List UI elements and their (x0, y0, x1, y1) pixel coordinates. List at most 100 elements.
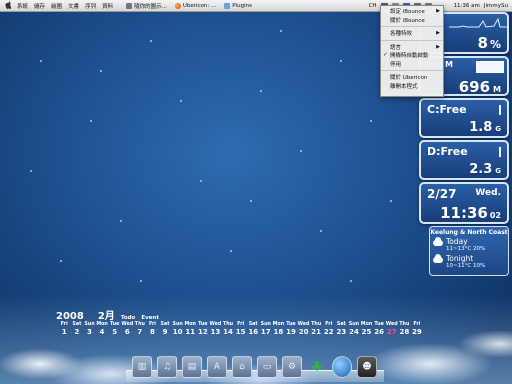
calendar-day[interactable]: Sat 23 (335, 322, 348, 336)
calendar-day[interactable]: Fri 22 (322, 322, 335, 336)
date-value: 2/27 (427, 187, 457, 201)
calendar-day[interactable]: Sun 10 (171, 322, 184, 336)
star (390, 200, 392, 202)
datetime-widget[interactable]: 2/27 Wed. 11:36 02 (419, 182, 509, 224)
calendar-day[interactable]: Thu 21 (310, 322, 323, 336)
calendar-day-name: Thu (134, 322, 145, 327)
calendar-day-number: 16 (248, 328, 259, 336)
robot-icon[interactable]: ☻ (357, 356, 377, 378)
menu-item[interactable]: 序列 (82, 2, 99, 10)
calendar-day[interactable]: Sun 17 (260, 322, 273, 336)
calendar-day-number: 26 (374, 328, 385, 336)
disk-c-bar (499, 105, 501, 115)
calendar-day[interactable]: Sun 3 (83, 322, 96, 336)
calendar-day[interactable]: Tue 5 (108, 322, 121, 336)
dropdown-item-label: 關於 iBounce (390, 17, 425, 24)
star (350, 280, 352, 282)
open-document[interactable]: Ubericon: ... (171, 2, 220, 10)
calendar-month: 2月 (97, 311, 115, 322)
calendar-day[interactable]: Wed 13 (209, 322, 222, 336)
dropdown-item[interactable]: 離開本程式 (381, 82, 443, 91)
open-document[interactable]: 隨你的圖示... (122, 2, 171, 10)
finder-icon[interactable]: ▥ (132, 356, 152, 378)
calendar-day[interactable]: Thu 14 (222, 322, 235, 336)
calendar-day[interactable]: Mon 18 (272, 322, 285, 336)
dropdown-item[interactable]: ✓ 開機時自動啟動 (381, 51, 443, 60)
calendar-day[interactable]: Mon 4 (96, 322, 109, 336)
menu-item[interactable]: 資料 (99, 2, 116, 10)
utilities-icon[interactable]: ⚙ (282, 356, 302, 378)
music-icon[interactable]: ♫ (157, 356, 177, 378)
calendar-day-number: 6 (124, 328, 130, 336)
calendar-day[interactable]: Wed 6 (121, 322, 134, 336)
weather-today-label: Today (446, 237, 468, 246)
calendar-day[interactable]: Tue 12 (197, 322, 210, 336)
calendar-day[interactable]: Fri 8 (146, 322, 159, 336)
dropdown-item[interactable]: 各種特效 ▶ (381, 29, 443, 38)
weather-widget[interactable]: Keelung & North Coast Today 11~13°C 20% … (429, 226, 509, 276)
apple-menu-icon[interactable] (0, 0, 14, 11)
dropdown-item[interactable]: 設定 iBounce ▶ (381, 7, 443, 16)
dropdown-item[interactable]: 語言 ▶ (381, 43, 443, 52)
menubar-user[interactable]: JimmySu (484, 3, 508, 9)
menu-item[interactable]: 系統 (14, 2, 31, 10)
calendar-strip: Fri 1 Sat 2 Sun 3 Mon 4 Tue 5 Wed 6 Thu 7 Fri 8 Sat 9 Sun 1… (58, 322, 423, 336)
calendar-day[interactable]: Fri 1 (58, 322, 71, 336)
dropdown-item[interactable]: 關於 iBounce (381, 16, 443, 25)
disk-c-widget[interactable]: C:Free 1.8 G (419, 98, 509, 138)
calendar-day[interactable]: Fri 15 (234, 322, 247, 336)
open-document-label: Plugins (232, 2, 252, 9)
screen-icon[interactable]: ▭ (257, 356, 277, 378)
calendar-event[interactable]: Event (141, 315, 159, 321)
calendar-day-number: 13 (210, 328, 221, 336)
ubericon-dropdown-menu: 設定 iBounce ▶ 關於 iBounce 各種特效 ▶ 語言 ▶ ✓ 開機時自動啟動 停用關… (380, 5, 444, 97)
calendar-day[interactable]: Tue 19 (285, 322, 298, 336)
calendar-day[interactable]: Tue 26 (373, 322, 386, 336)
star (250, 200, 252, 202)
calendar-day-number: 8 (150, 328, 155, 336)
sites-icon[interactable]: ⌂ (232, 356, 252, 378)
calendar-day[interactable]: Wed 27 (385, 322, 398, 336)
calendar-day-number: 25 (361, 328, 372, 336)
star (260, 90, 262, 92)
calendar-day-name: Tue (286, 322, 296, 327)
seconds-value: 02 (489, 211, 501, 220)
calendar-todo[interactable]: Todo (121, 315, 136, 321)
calendar-day[interactable]: Sat 2 (71, 322, 84, 336)
disk-d-value: 2.3 (469, 162, 493, 177)
star (180, 100, 182, 102)
dropdown-item[interactable]: 停用 (381, 60, 443, 69)
calendar-day-number: 14 (223, 328, 233, 336)
msn-icon[interactable]: ♣ (307, 356, 327, 378)
calendar-day[interactable]: Mon 11 (184, 322, 197, 336)
calendar-day-number: 21 (311, 328, 322, 336)
calendar-day-name: Sat (336, 322, 346, 327)
menubar-clock[interactable]: 11:36 am (454, 3, 480, 9)
menu-item[interactable]: 儲存 (31, 2, 48, 10)
menu-item[interactable]: 繪圖 (48, 2, 65, 10)
calendar-day[interactable]: Mon 25 (360, 322, 373, 336)
memory-label: M (445, 60, 453, 69)
calendar-day[interactable]: Thu 7 (134, 322, 147, 336)
calendar-day[interactable]: Thu 28 (398, 322, 411, 336)
calendar-day[interactable]: Sat 16 (247, 322, 260, 336)
input-method-indicator[interactable]: CH (369, 3, 377, 9)
weather-tonight: Tonight 10~11°C 10% (430, 253, 508, 270)
calendar-day-name: Sun (84, 322, 95, 327)
menu-item[interactable]: 文書 (65, 2, 82, 10)
calendar-day[interactable]: Wed 20 (297, 322, 310, 336)
calendar-day[interactable]: Sat 9 (159, 322, 172, 336)
open-document[interactable]: Plugins (220, 2, 256, 10)
cpu-value: 8 (477, 34, 488, 52)
dropdown-item[interactable]: 關於 Ubericon (381, 73, 443, 82)
weather-tonight-label: Tonight (446, 254, 474, 263)
globe-icon[interactable] (332, 356, 352, 378)
calendar-day[interactable]: Sun 24 (348, 322, 361, 336)
star (30, 170, 32, 172)
disk-d-widget[interactable]: D:Free 2.3 G (419, 140, 509, 180)
dropdown-item-label: 停用 (390, 61, 402, 68)
movies-icon[interactable]: ▤ (182, 356, 202, 378)
applications-icon[interactable]: A (207, 356, 227, 378)
weather-tonight-temp: 10~11°C 10% (446, 263, 486, 269)
calendar-day[interactable]: Fri 29 (411, 322, 424, 336)
